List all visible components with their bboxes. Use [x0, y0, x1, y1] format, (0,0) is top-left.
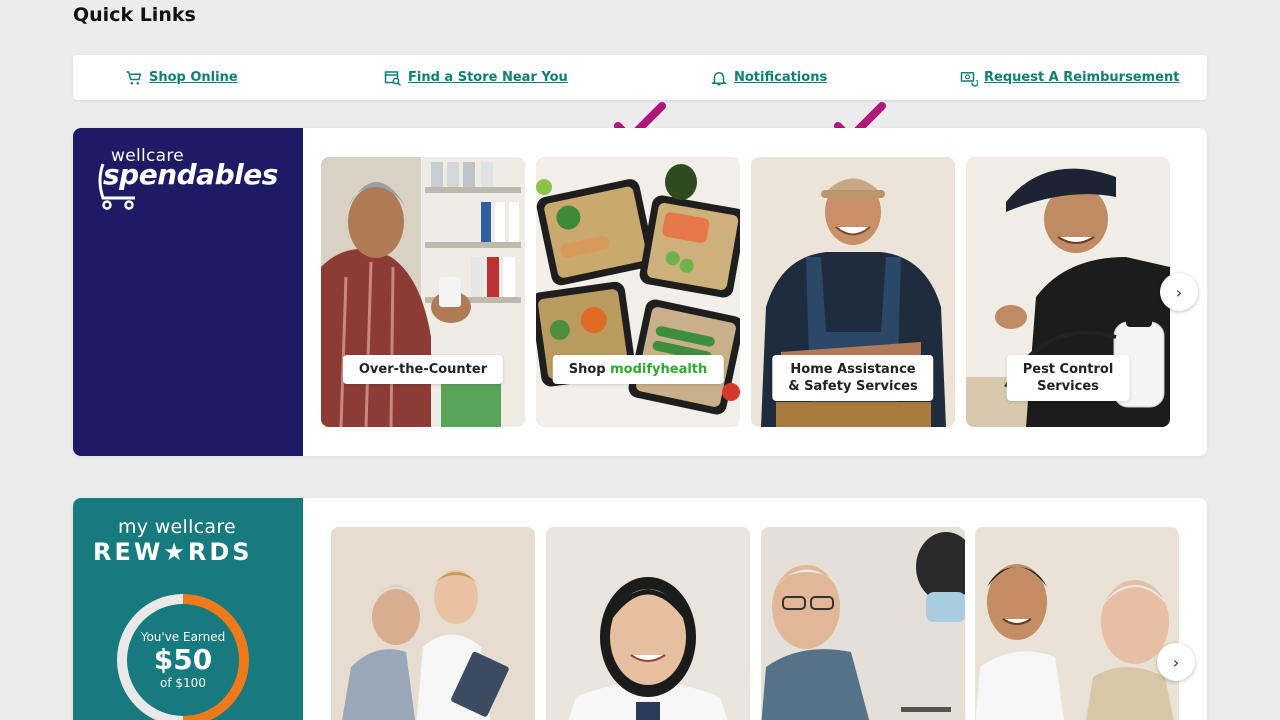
shop-online-link[interactable]: Shop Online [125, 55, 238, 100]
smiling-doctor-image [546, 527, 750, 720]
bell-icon [711, 71, 727, 85]
pest-control-line2: Services [1037, 379, 1099, 394]
rewards-next-button[interactable]: › [1157, 643, 1195, 681]
rewards-logo-text: REW★RDS [93, 538, 253, 566]
rewards-progress-ring: You've Earned $50 of $100 [117, 594, 249, 720]
cart-logo-icon [98, 163, 135, 210]
cart-icon [126, 70, 142, 85]
doctor-with-senior-image [975, 527, 1179, 720]
my-wellcare-logo-text: my wellcare [118, 516, 237, 538]
rewards-card: my wellcare REW★RDS You've Earned $50 of… [73, 498, 1207, 720]
doctor-with-patient-image [331, 527, 535, 720]
earned-label: You've Earned [140, 630, 226, 644]
rewards-progress-center: You've Earned $50 of $100 [127, 604, 239, 716]
chevron-right-icon: › [1175, 282, 1183, 302]
pest-control-line1: Pest Control [1022, 362, 1114, 377]
modifyhealth-label: Shop modifyhealth [552, 355, 724, 384]
earned-of-total: of $100 [160, 676, 206, 690]
store-search-icon [384, 70, 402, 86]
request-reimbursement-label: Request A Reimbursement [984, 70, 1180, 85]
shop-online-label: Shop Online [149, 70, 238, 85]
meal-containers-image [536, 157, 740, 427]
spendables-next-button[interactable]: › [1160, 273, 1198, 311]
home-assistance-line1: Home Assistance [790, 362, 916, 377]
rewards-tile-3[interactable] [761, 527, 965, 720]
modifyhealth-logo-text: modifyhealth [610, 362, 708, 377]
modifyhealth-tile[interactable]: Shop modifyhealth [536, 157, 740, 427]
vaccination-image [761, 527, 965, 720]
find-store-label: Find a Store Near You [408, 70, 568, 85]
home-assistance-line2: & Safety Services [788, 379, 918, 394]
rewards-brand-panel: my wellcare REW★RDS You've Earned $50 of… [73, 498, 303, 720]
notifications-label: Notifications [734, 70, 828, 85]
spendables-brand-panel: wellcare spendables [73, 128, 303, 456]
rewards-tile-2[interactable] [546, 527, 750, 720]
request-reimbursement-link[interactable]: Request A Reimbursement [960, 55, 1179, 100]
shop-prefix: Shop [568, 362, 606, 377]
chevron-right-icon: › [1172, 652, 1180, 672]
pest-control-label: Pest Control Services [1006, 355, 1130, 401]
pharmacy-shopper-image [321, 157, 525, 427]
pest-control-tile[interactable]: Pest Control Services [966, 157, 1170, 427]
quick-links-bar: Shop Online Find a Store Near You Notifi… [73, 55, 1207, 100]
rewards-tile-1[interactable] [331, 527, 535, 720]
page-title: Quick Links [73, 4, 196, 26]
money-icon [960, 71, 978, 87]
find-store-link[interactable]: Find a Store Near You [384, 55, 568, 100]
otc-tile[interactable]: Over-the-Counter [321, 157, 525, 427]
rewards-tile-4[interactable] [975, 527, 1179, 720]
earned-amount: $50 [153, 643, 213, 676]
home-assistance-label: Home Assistance & Safety Services [772, 355, 934, 401]
spendables-card: wellcare spendables Over-the-Counter Sho… [73, 128, 1207, 456]
home-assistance-tile[interactable]: Home Assistance & Safety Services [751, 157, 955, 427]
notifications-link[interactable]: Notifications [710, 55, 827, 100]
otc-label: Over-the-Counter [342, 355, 504, 384]
